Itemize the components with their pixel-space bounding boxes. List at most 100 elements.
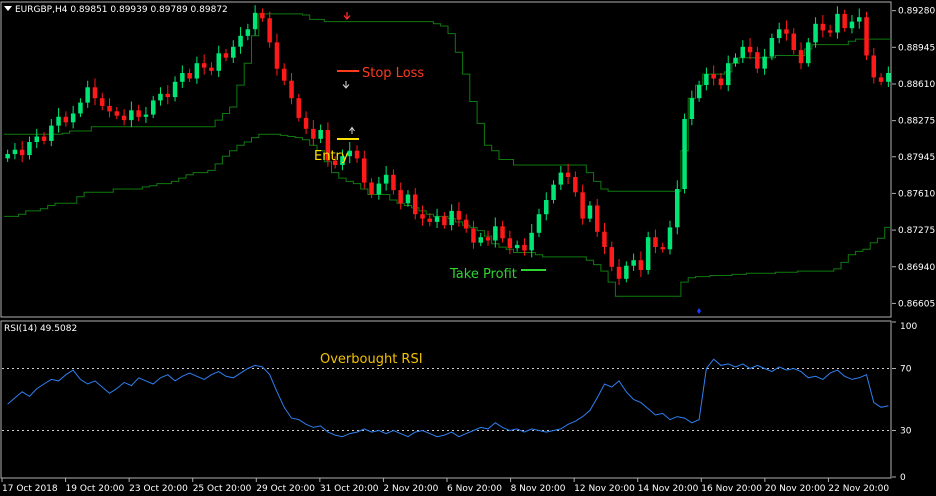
trading-chart[interactable]: EURGBP,H4 0.89851 0.89939 0.89789 0.8987… [0,0,936,496]
time-tick-label: 22 Nov 20:00 [828,484,889,494]
bear-candle [311,128,316,139]
bull-candle [238,35,243,47]
time-tick-label: 17 Oct 2018 [2,484,58,494]
bear-candle [791,33,796,50]
rsi-tick-label: 30 [900,427,912,437]
bear-candle [289,80,294,99]
price-tick-label: 0.87610 [898,189,935,199]
bull-candle [624,265,629,279]
bear-candle [747,46,753,53]
bear-candle [398,190,403,204]
bull-candle [383,174,389,184]
bull-candle [405,194,411,204]
bull-candle [835,13,840,33]
bear-candle [260,12,265,19]
bear-candle [354,150,360,159]
bear-candle [187,73,192,79]
bull-candle [151,100,156,115]
price-tick-label: 0.87275 [898,226,935,236]
bull-candle [733,57,738,64]
bear-candle [100,98,105,106]
bear-candle [165,93,170,98]
bull-candle [34,136,39,142]
stop-loss-label: Stop Loss [362,66,424,81]
bull-candle [849,21,855,29]
bear-candle [63,116,69,123]
bull-candle [49,125,54,141]
price-tick-label: 0.88945 [898,43,935,53]
bear-candle [864,17,869,56]
time-tick-label: 31 Oct 20:00 [320,484,379,494]
bull-candle [478,237,483,243]
bear-candle [580,192,585,219]
bull-candle [645,237,651,270]
bull-candle [762,56,767,69]
bear-candle [500,226,505,239]
time-tick-label: 20 Nov 20:00 [765,484,826,494]
bull-candle [56,116,61,126]
bear-candle [136,110,141,117]
entry-label: Entry [314,149,349,164]
bull-candle [544,200,549,215]
bull-candle [514,244,520,249]
bull-candle [172,81,178,98]
bear-candle [878,77,884,82]
bull-candle [493,226,498,241]
bull-candle [631,260,636,266]
time-tick-label: 8 Nov 20:00 [511,484,566,494]
bull-candle [449,210,454,226]
bull-candle [740,46,745,58]
bear-candle [711,74,716,79]
bull-candle [252,12,258,30]
bull-candle [587,205,593,219]
bear-candle [798,50,804,64]
bear-candle [427,218,432,222]
bull-candle [78,102,83,114]
bear-candle [413,194,418,215]
bear-candle [660,247,665,250]
bull-candle [245,29,251,36]
bear-candle [391,174,396,191]
bear-candle [471,228,476,243]
bull-candle [85,87,90,103]
bear-candle [223,53,229,58]
bull-candle [180,73,185,82]
bear-candle [595,205,600,232]
price-tick-label: 0.86605 [898,299,935,309]
price-tick-label: 0.87945 [898,153,935,163]
take-profit-label: Take Profit [449,267,517,282]
bear-candle [827,30,833,33]
bull-candle [558,172,564,185]
bear-candle [842,13,847,29]
bear-candle [267,18,272,43]
bull-candle [551,184,556,200]
bear-candle [274,42,280,69]
bull-candle [70,113,76,123]
price-tick-label: 0.88275 [898,117,935,127]
overbought-label: Overbought RSI [320,352,423,367]
time-tick-label: 2 Nov 20:00 [383,484,438,494]
bull-candle [5,154,10,159]
bear-candle [820,23,826,31]
bear-candle [609,247,614,267]
rsi-tick-label: 0 [900,473,906,483]
bull-candle [726,63,731,86]
price-tick-label: 0.88610 [898,80,935,90]
bear-candle [442,216,447,226]
bull-candle [675,189,680,228]
bear-candle [41,136,47,141]
rsi-tick-label: 100 [900,322,917,332]
time-tick-label: 14 Nov 20:00 [638,484,699,494]
bear-candle [456,210,462,220]
bull-candle [216,53,221,71]
bull-candle [434,216,440,222]
bear-candle [201,63,207,68]
time-tick-label: 25 Oct 20:00 [193,484,252,494]
rsi-tick-label: 70 [900,365,912,375]
bear-candle [616,266,622,279]
bull-candle [231,46,236,58]
bull-candle [376,183,382,195]
bear-candle [121,115,127,121]
bear-candle [638,260,644,270]
bull-candle [536,214,542,233]
